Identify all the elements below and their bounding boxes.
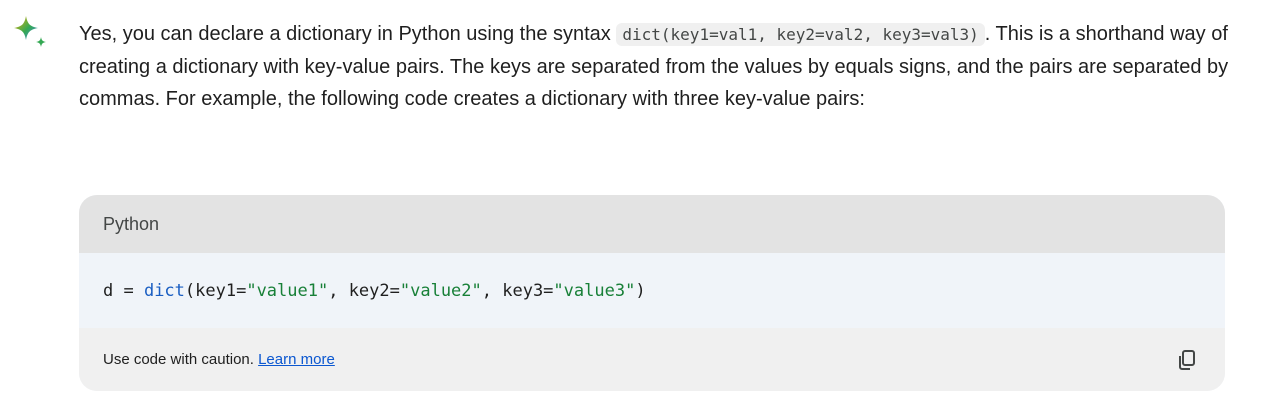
- inline-code: dict(key1=val1, key2=val2, key3=val3): [616, 23, 985, 46]
- code-content[interactable]: d = dict (key1= "value1", key2= "value2", k…: [79, 253, 1225, 328]
- assistant-message: Yes, you can declare a dictionary in Pyt…: [79, 18, 1239, 115]
- code-token-string: "value1": [246, 280, 329, 301]
- caution-notice: Use code with caution. Learn more: [103, 351, 335, 368]
- learn-more-link[interactable]: Learn more: [258, 351, 335, 368]
- code-token-string: "value3": [553, 280, 636, 301]
- code-token-builtin: dict: [143, 280, 185, 301]
- gemini-sparkle-icon: [14, 16, 46, 47]
- assistant-response: Yes, you can declare a dictionary in Pyt…: [0, 0, 1267, 406]
- code-token: , key3=: [481, 280, 554, 301]
- code-token: (key1=: [184, 280, 247, 301]
- caution-text: Use code with caution.: [103, 351, 259, 368]
- code-language-label: Python: [103, 213, 160, 234]
- code-language-header: Python: [79, 195, 1225, 253]
- code-token-string: "value2": [399, 280, 482, 301]
- copy-icon: [1179, 349, 1195, 370]
- code-token: , key2=: [328, 280, 400, 301]
- code-footer: Use code with caution. Learn more: [79, 328, 1225, 391]
- copy-code-button[interactable]: [1173, 346, 1201, 374]
- message-text-intro: Yes, you can declare a dictionary in Pyt…: [79, 23, 617, 45]
- code-token: ): [635, 280, 646, 301]
- code-block: Python d = dict (key1= "value1", key2= "val…: [79, 195, 1225, 391]
- code-token: d =: [103, 280, 144, 301]
